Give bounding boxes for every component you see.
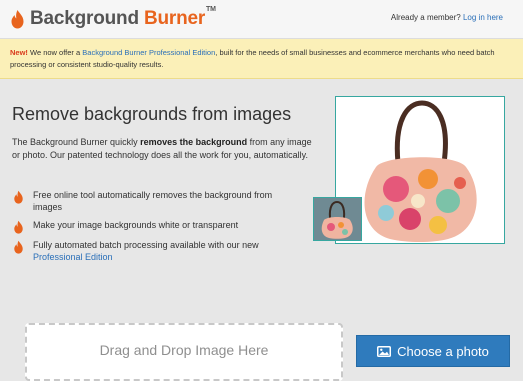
top-bar: Background BurnerTM Already a member? Lo… [0,0,523,39]
logo-text: Background BurnerTM [30,6,216,30]
member-login: Already a member? Log in here [391,13,503,22]
member-text: Already a member? [390,13,461,22]
example-image-original [313,197,362,241]
logo[interactable]: Background BurnerTM [10,6,216,30]
logo-trademark: TM [206,6,216,13]
handbag-thumbnail [314,198,361,240]
new-badge: New! [10,48,28,57]
feature-text: Make your image backgrounds white or tra… [33,220,239,230]
drop-zone-text: Drag and Drop Image Here [99,342,269,358]
intro-paragraph: The Background Burner quickly removes th… [12,136,312,161]
choose-photo-button[interactable]: Choose a photo [356,335,510,367]
intro-text-before: The Background Burner quickly [12,137,138,147]
drop-zone[interactable]: Drag and Drop Image Here [25,323,343,381]
flame-icon [14,240,23,254]
intro-text-bold: removes the background [140,137,248,147]
flame-icon [14,220,23,234]
feature-text-before-link: Fully automated batch processing availab… [33,240,259,250]
feature-text: Free online tool automatically removes t… [33,190,273,212]
notice-text-before: We now offer a [30,48,81,57]
login-link[interactable]: Log in here [463,13,503,22]
professional-edition-link[interactable]: Background Burner Professional Edition [82,48,215,57]
flame-icon [11,10,24,29]
flame-icon [14,190,23,204]
feature-item: Free online tool automatically removes t… [12,190,293,213]
logo-word-background: Background [30,8,139,29]
image-icon [377,345,392,357]
logo-word-burner: Burner [143,8,206,29]
page-title: Remove backgrounds from images [12,104,292,124]
professional-edition-feature-link[interactable]: Professional Edition [33,252,113,262]
feature-text: Fully automated batch processing availab… [33,240,293,263]
choose-photo-label: Choose a photo [397,343,489,359]
feature-item: Make your image backgrounds white or tra… [12,220,293,234]
feature-item: Fully automated batch processing availab… [12,240,293,263]
announcement-banner: New! We now offer a Background Burner Pr… [0,39,523,79]
